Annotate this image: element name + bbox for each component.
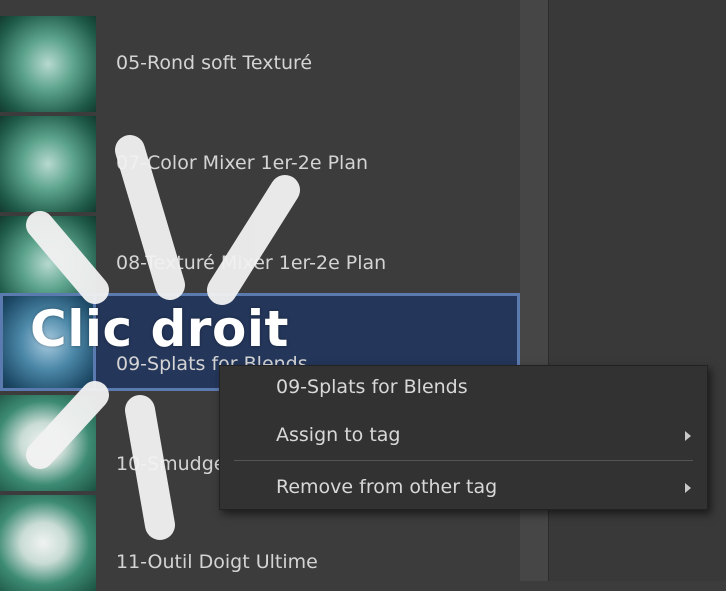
brush-label: 07-Color Mixer 1er-2e Plan [116,152,369,174]
brush-item-05[interactable]: 05-Rond soft Texturé [0,16,520,112]
brush-thumbnail [0,16,96,112]
context-menu-title-label: 09-Splats for Blends [276,376,468,398]
brush-label: 11-Outil Doigt Ultime [116,551,318,573]
context-menu: 09-Splats for Blends Assign to tag Remov… [219,365,708,510]
assign-to-tag-label: Assign to tag [276,424,401,446]
chevron-right-icon [685,431,691,441]
remove-from-other-tag-menu-item[interactable]: Remove from other tag [220,466,707,510]
remove-from-other-tag-label: Remove from other tag [276,476,498,498]
context-menu-title: 09-Splats for Blends [220,366,707,410]
brush-thumbnail [0,495,96,591]
menu-separator [234,460,693,461]
brush-label: 08-Texturé Mixer 1er-2e Plan [116,252,387,274]
brush-thumbnail [0,116,96,212]
brush-label: 10-Smudge [116,453,226,475]
brush-item-07[interactable]: 07-Color Mixer 1er-2e Plan [0,116,520,212]
assign-to-tag-menu-item[interactable]: Assign to tag [220,414,707,458]
brush-thumbnail [0,395,96,491]
overlay-annotation-text: Clic droit [30,300,289,358]
brush-label: 05-Rond soft Texturé [116,52,313,74]
chevron-right-icon [685,483,691,493]
